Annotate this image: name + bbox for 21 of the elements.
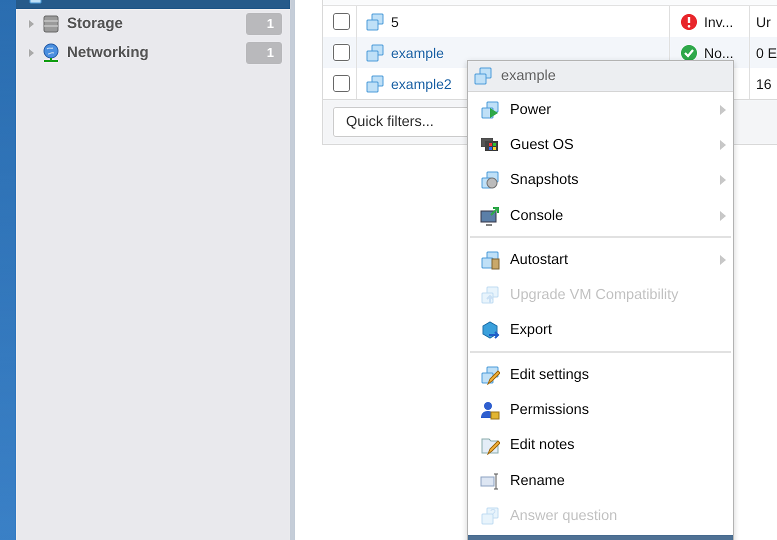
vm-name: 5 — [391, 14, 399, 30]
status-text: No... — [704, 44, 734, 60]
vm-name-link[interactable]: example2 — [391, 76, 452, 92]
sidebar-item[interactable]: Storage 1 — [16, 9, 290, 38]
menu-item[interactable]: Permissions — [468, 392, 733, 428]
menu-title: example — [501, 68, 556, 84]
table-cell: 16 — [756, 76, 772, 92]
sidebar-item[interactable]: Networking 1 — [16, 38, 290, 67]
menu-item[interactable]: Snapshots — [468, 162, 733, 198]
status-text: Inv... — [704, 14, 734, 30]
menu-item[interactable]: Autostart — [468, 242, 733, 278]
menu-item[interactable]: Rename — [468, 462, 733, 498]
vm-name-link[interactable]: example — [391, 44, 444, 60]
table-cell: Ur — [756, 14, 771, 30]
table-cell: 0 E — [756, 44, 777, 60]
menu-item[interactable]: Export — [468, 312, 733, 348]
menu-item[interactable]: Edit settings — [468, 357, 733, 392]
count-badge: 1 — [246, 12, 282, 34]
menu-item[interactable]: Edit notes — [468, 428, 733, 463]
count-badge: 1 — [246, 42, 282, 64]
menu-item[interactable]: Console — [468, 198, 733, 234]
